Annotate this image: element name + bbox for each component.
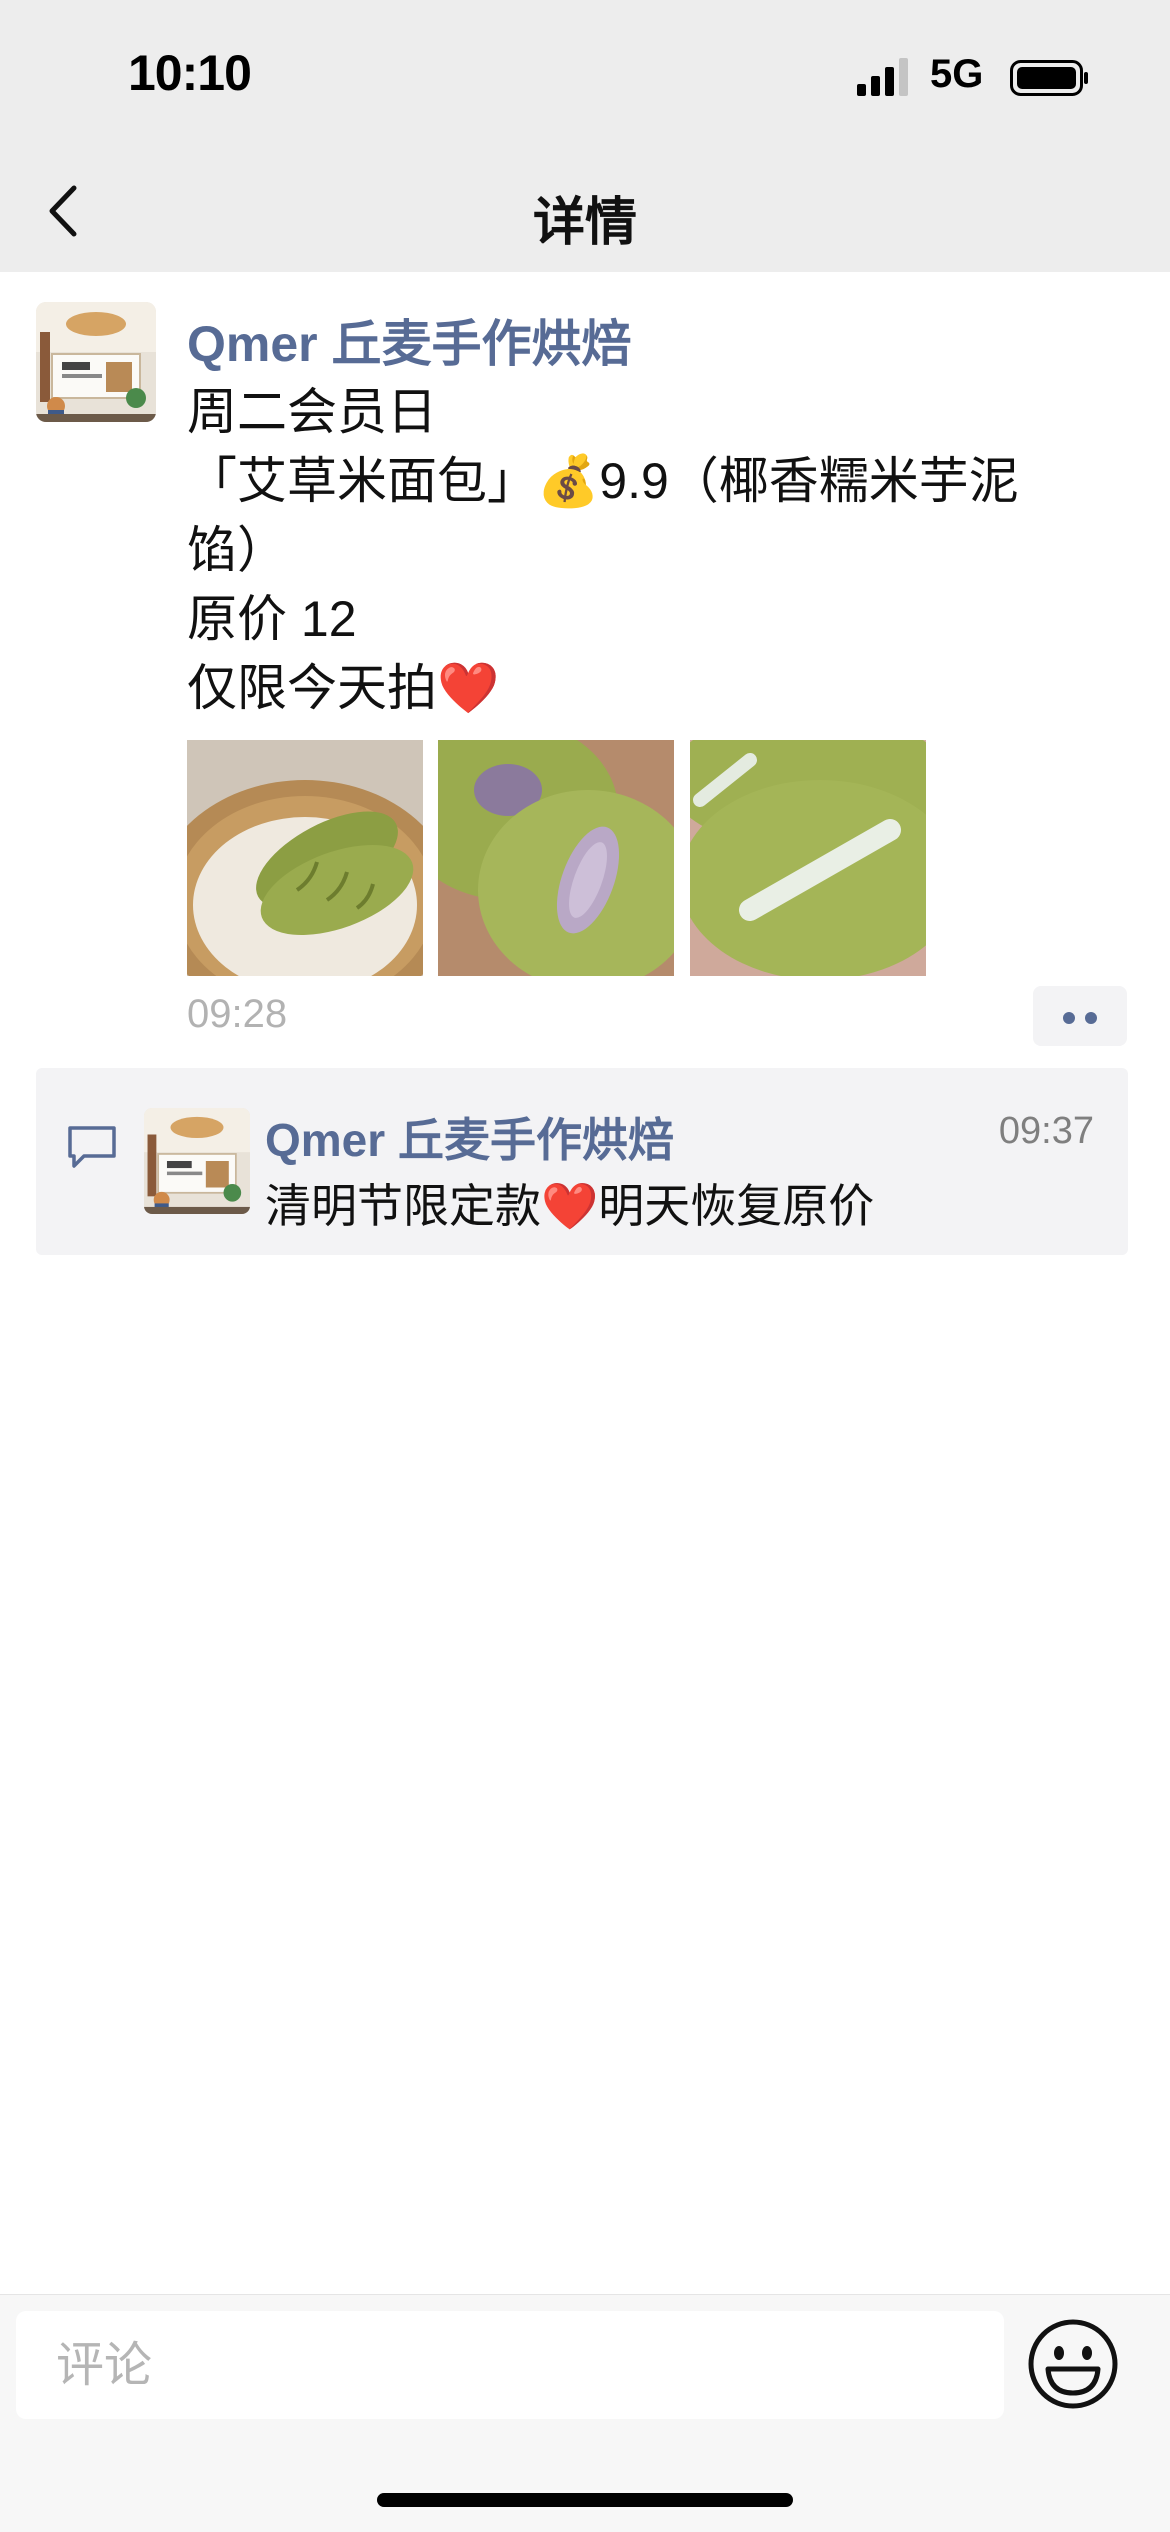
bakery-logo-image	[144, 1108, 250, 1214]
comment-time: 09:37	[998, 1110, 1094, 1152]
post-time: 09:28	[187, 992, 288, 1036]
status-time: 10:10	[128, 45, 252, 101]
post-line: 原价 12	[187, 591, 357, 647]
comment-text[interactable]: 清明节限定款❤️明天恢复原价	[265, 1170, 874, 1236]
bread-cross-section-photo	[690, 740, 926, 976]
comments-panel: Qmer 丘麦手作烘焙 09:37 清明节限定款❤️明天恢复原价	[36, 1068, 1128, 1255]
status-bar: 10:10 5G	[0, 0, 1170, 150]
more-options-button[interactable]	[1033, 986, 1127, 1046]
bakery-logo-image	[36, 302, 156, 422]
comment-bubble-icon	[68, 1126, 116, 1168]
post-image-1[interactable]	[187, 740, 423, 976]
post-image-3[interactable]	[690, 740, 926, 976]
emoji-button[interactable]	[1026, 2317, 1120, 2411]
comment-input[interactable]	[16, 2311, 1004, 2419]
bread-basket-photo	[187, 740, 423, 976]
network-type: 5G	[930, 52, 984, 96]
battery-icon	[1010, 60, 1088, 96]
bread-taro-cut-photo	[438, 740, 674, 976]
signal-strength-icon	[857, 58, 908, 96]
comment-author-name[interactable]: Qmer 丘麦手作烘焙	[265, 1104, 674, 1170]
post-image-2[interactable]	[438, 740, 674, 976]
author-avatar[interactable]	[36, 302, 156, 422]
post-line: 「艾草米面包」💰9.9（椰香糯米芋泥馅）	[187, 453, 1019, 578]
post-line: 周二会员日	[187, 384, 437, 440]
page-title: 详情	[532, 194, 637, 252]
post-content: 周二会员日 「艾草米面包」💰9.9（椰香糯米芋泥馅） 原价 12 仅限今天拍❤️	[187, 378, 1087, 723]
home-indicator	[377, 2493, 793, 2507]
nav-bar: 详情	[0, 150, 1170, 272]
post-line: 仅限今天拍❤️	[187, 660, 500, 716]
bottom-input-bar	[0, 2294, 1170, 2532]
post-author-name[interactable]: Qmer 丘麦手作烘焙	[187, 304, 632, 376]
smiley-face-icon	[1028, 2319, 1118, 2409]
comment-author-avatar[interactable]	[144, 1108, 250, 1214]
